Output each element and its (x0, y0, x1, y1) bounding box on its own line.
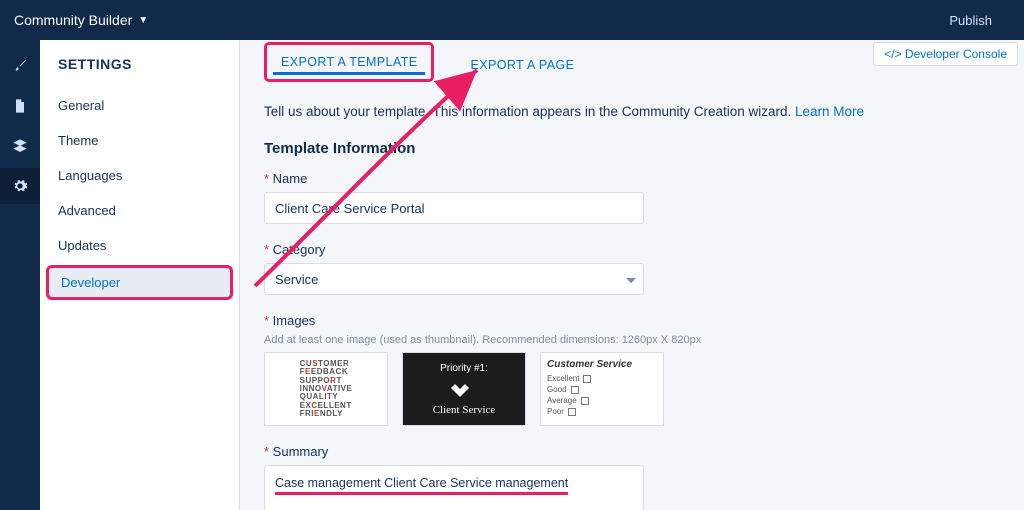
left-rail (0, 40, 40, 510)
developer-console-link[interactable]: </> Developer Console (873, 42, 1018, 66)
rail-item-layers[interactable] (0, 128, 40, 164)
name-label: Name (264, 171, 1000, 186)
sidebar-item-advanced[interactable]: Advanced (40, 193, 239, 228)
images-hint: Add at least one image (used as thumbnai… (264, 334, 1000, 346)
settings-sidebar: SETTINGS General Theme Languages Advance… (40, 40, 240, 510)
main-panel: </> Developer Console EXPORT A TEMPLATE … (240, 40, 1024, 510)
rail-item-page[interactable] (0, 88, 40, 124)
rail-item-settings[interactable] (0, 168, 40, 204)
settings-title: SETTINGS (40, 40, 239, 88)
category-select[interactable]: Service (264, 263, 644, 295)
sidebar-item-updates[interactable]: Updates (40, 228, 239, 263)
image-thumb-2[interactable]: Priority #1: Client Service (402, 352, 526, 426)
sidebar-item-developer[interactable]: Developer (46, 265, 233, 300)
template-info-heading: Template Information (264, 140, 1000, 157)
image-thumb-1[interactable]: CUSTOMER FEEDBACK SUPPORT INNOVATIVE QUA… (264, 352, 388, 426)
category-label: Category (264, 242, 1000, 257)
image-thumb-3[interactable]: Customer Service Excellent Good Average … (540, 352, 664, 426)
intro-text: Tell us about your template. This inform… (264, 102, 1000, 122)
app-title[interactable]: Community Builder ▼ (14, 12, 148, 28)
learn-more-link[interactable]: Learn More (795, 104, 864, 119)
summary-input[interactable]: Case management Client Care Service mana… (264, 465, 644, 510)
rail-item-brush[interactable] (0, 48, 40, 84)
images-label: Images (264, 313, 1000, 328)
sidebar-item-general[interactable]: General (40, 88, 239, 123)
tab-export-page[interactable]: EXPORT A PAGE (456, 48, 588, 82)
sidebar-item-theme[interactable]: Theme (40, 123, 239, 158)
name-input[interactable] (264, 192, 644, 224)
sidebar-item-languages[interactable]: Languages (40, 158, 239, 193)
caret-down-icon: ▼ (138, 15, 148, 26)
tab-export-template[interactable]: EXPORT A TEMPLATE (264, 42, 434, 82)
summary-label: Summary (264, 444, 1000, 459)
publish-button[interactable]: Publish (931, 0, 1010, 40)
